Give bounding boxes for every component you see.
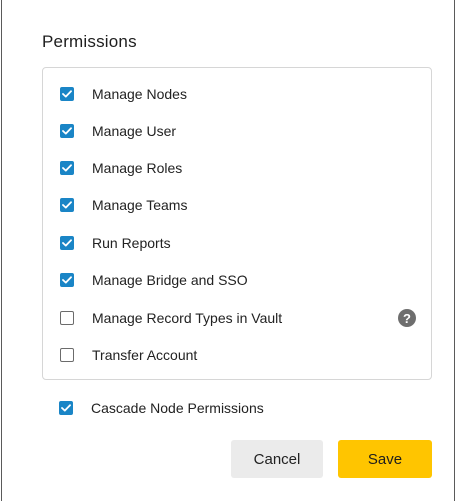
permission-item-manage-user[interactable]: Manage User: [60, 119, 420, 143]
permission-item-manage-nodes[interactable]: Manage Nodes: [60, 82, 420, 106]
save-button[interactable]: Save: [338, 440, 432, 478]
checkbox[interactable]: [60, 124, 74, 138]
permission-item-manage-bridge-sso[interactable]: Manage Bridge and SSO: [60, 268, 420, 292]
permissions-dialog: Permissions Manage Nodes Manage User Man…: [1, 0, 455, 501]
permissions-box: Manage Nodes Manage User Manage Roles Ma…: [42, 67, 432, 380]
checkbox[interactable]: [60, 87, 74, 101]
permission-label: Transfer Account: [92, 347, 198, 363]
cascade-node-permissions[interactable]: Cascade Node Permissions: [59, 396, 264, 420]
permission-label: Manage User: [92, 123, 177, 139]
checkbox[interactable]: [60, 161, 74, 175]
permission-label: Run Reports: [92, 235, 171, 251]
checkbox[interactable]: [60, 348, 74, 362]
question-circle-icon[interactable]: ?: [398, 309, 416, 327]
permission-item-manage-record-types[interactable]: Manage Record Types in Vault ?: [60, 306, 420, 330]
permission-label: Manage Nodes: [92, 86, 187, 102]
permission-item-run-reports[interactable]: Run Reports: [60, 231, 420, 255]
cascade-label: Cascade Node Permissions: [91, 400, 264, 416]
cancel-button[interactable]: Cancel: [231, 440, 323, 478]
permission-label: Manage Roles: [92, 160, 183, 176]
checkbox[interactable]: [60, 311, 74, 325]
permission-label: Manage Bridge and SSO: [92, 272, 248, 288]
checkbox[interactable]: [59, 401, 73, 415]
checkbox[interactable]: [60, 273, 74, 287]
permission-label: Manage Teams: [92, 197, 188, 213]
checkbox[interactable]: [60, 236, 74, 250]
permission-label: Manage Record Types in Vault: [92, 310, 283, 326]
checkbox[interactable]: [60, 198, 74, 212]
permission-item-transfer-account[interactable]: Transfer Account: [60, 343, 420, 367]
permission-item-manage-teams[interactable]: Manage Teams: [60, 193, 420, 217]
dialog-title: Permissions: [42, 32, 137, 51]
permission-item-manage-roles[interactable]: Manage Roles: [60, 156, 420, 180]
